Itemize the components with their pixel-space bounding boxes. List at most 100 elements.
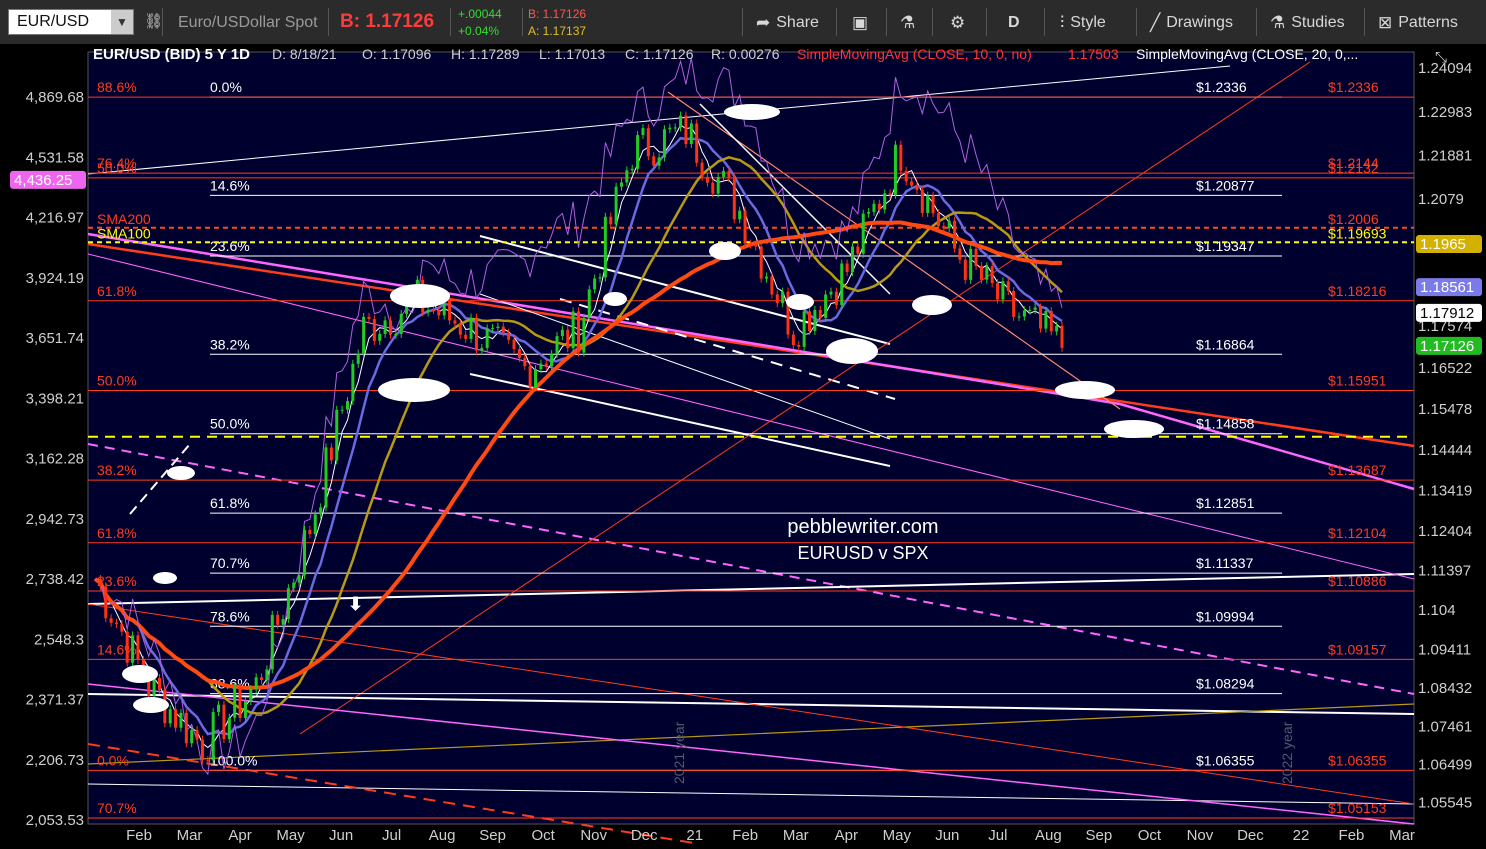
- fib-price-label: $1.15951: [1328, 372, 1387, 388]
- candle-body: [1039, 307, 1043, 329]
- drawings-label: Drawings: [1166, 14, 1233, 31]
- header-sma10: SimpleMovingAvg (CLOSE, 10, 0, no): [797, 46, 1032, 62]
- candle-body: [474, 317, 478, 351]
- candle-body: [673, 127, 677, 129]
- candle-body: [770, 276, 774, 295]
- candle-body: [431, 309, 435, 311]
- left-tick-label: 4,531.58: [26, 149, 84, 166]
- candle-body: [238, 687, 242, 719]
- candle-body: [270, 614, 274, 670]
- candle-body: [684, 115, 688, 145]
- candle-body: [222, 704, 226, 740]
- x-tick-label: Aug: [1035, 827, 1062, 844]
- x-tick-label: Jun: [329, 827, 353, 844]
- candle-body: [915, 185, 919, 190]
- studies-button[interactable]: ⚗ Studies: [1270, 9, 1345, 37]
- candle-body: [281, 618, 285, 625]
- fib-price-label: $1.2132: [1328, 160, 1379, 176]
- fib-pct-label: 14.6%: [210, 177, 250, 193]
- candle-body: [996, 283, 1000, 300]
- fib-price-label: $1.12851: [1196, 495, 1255, 511]
- style-button[interactable]: ⫶ Style: [1060, 9, 1106, 37]
- target-oval: [378, 378, 450, 402]
- right-tick-label: 1.07461: [1418, 719, 1472, 736]
- candle-body: [893, 144, 897, 195]
- x-tick-label: Jun: [935, 827, 959, 844]
- bid-small: B: 1.17126: [528, 7, 587, 21]
- x-tick-label: May: [883, 827, 912, 844]
- candle-body: [329, 447, 333, 461]
- candle-body: [190, 730, 194, 744]
- target-oval: [786, 294, 814, 310]
- settings-button[interactable]: ⚙: [950, 9, 965, 37]
- candle-body: [388, 320, 392, 335]
- candle-body: [485, 328, 489, 348]
- header-sma20: SimpleMovingAvg (CLOSE, 20, 0,...: [1136, 46, 1358, 62]
- link-icon[interactable]: ⛓: [144, 12, 163, 30]
- candle-body: [829, 291, 833, 295]
- divider: [450, 8, 451, 36]
- fib-pct-label: 100.0%: [210, 752, 257, 768]
- x-tick-label: Feb: [126, 827, 152, 844]
- candle-body: [335, 409, 339, 461]
- candle-body: [861, 213, 865, 254]
- fib-pct-label: 78.6%: [210, 608, 250, 624]
- gallery-button[interactable]: ▣: [852, 9, 868, 37]
- fib-price-label: $1.06355: [1328, 752, 1387, 768]
- candle-body: [566, 329, 570, 349]
- patterns-button[interactable]: ⊠ Patterns: [1378, 9, 1458, 37]
- aggregation-button[interactable]: D: [1008, 9, 1020, 37]
- x-tick-label: 21: [686, 827, 703, 844]
- symbol-selector[interactable]: EUR/USD ▼: [8, 9, 134, 35]
- share-button[interactable]: ➦ Share: [756, 9, 819, 37]
- chart-area[interactable]: 0.0% $1.2336 14.6% $1.20877 23.6% $1.19347 38.…: [0, 44, 1486, 845]
- x-tick-label: Nov: [1187, 827, 1214, 844]
- right-tick-label: 1.14444: [1418, 442, 1472, 459]
- x-tick-label: May: [276, 827, 305, 844]
- candle-body: [174, 709, 178, 728]
- fib-pct-label: 50.0%: [97, 372, 137, 388]
- chevron-down-icon[interactable]: ▼: [111, 10, 133, 34]
- candle-body: [646, 128, 650, 157]
- candle-body: [808, 311, 812, 331]
- drawings-button[interactable]: ╱ Drawings: [1150, 9, 1233, 37]
- fib-price-label: $1.09994: [1196, 608, 1255, 624]
- fib-pct-label: 70.7%: [210, 555, 250, 571]
- candle-body: [689, 123, 693, 145]
- candle-body: [985, 266, 989, 280]
- candle-body: [491, 327, 495, 329]
- candle-body: [464, 334, 468, 339]
- fib-pct-label: 70.7%: [97, 800, 137, 816]
- candle-body: [136, 635, 140, 660]
- candle-body: [910, 181, 914, 186]
- flask-button[interactable]: ⚗: [900, 9, 915, 37]
- candle-body: [496, 326, 500, 328]
- price-chart[interactable]: 0.0% $1.2336 14.6% $1.20877 23.6% $1.19347 38.…: [0, 44, 1486, 845]
- candle-body: [587, 289, 591, 318]
- fib-pct-label: 14.6%: [97, 641, 137, 657]
- collapse-icon[interactable]: ⤡: [1435, 49, 1447, 66]
- change-pct: +0.04%: [458, 24, 500, 38]
- candle-body: [324, 447, 328, 508]
- divider: [522, 8, 523, 36]
- divider: [886, 8, 887, 36]
- candle-body: [206, 760, 210, 762]
- candle-body: [619, 182, 623, 187]
- candle-body: [292, 582, 296, 589]
- candle-body: [1001, 281, 1005, 300]
- x-tick-label: Oct: [531, 827, 555, 844]
- candle-body: [512, 339, 516, 350]
- target-oval: [1055, 381, 1115, 399]
- candle-body: [1028, 309, 1032, 311]
- target-oval: [390, 284, 450, 308]
- x-tick-label: Mar: [783, 827, 809, 844]
- candle-body: [657, 157, 661, 166]
- symbol-value: EUR/USD: [17, 13, 90, 30]
- candle-body: [319, 507, 323, 515]
- candle-body: [824, 294, 828, 319]
- candle-body: [953, 220, 957, 249]
- fib-price-label: $1.14858: [1196, 416, 1255, 432]
- candle-body: [759, 246, 763, 279]
- header-date: D: 8/18/21: [272, 46, 337, 62]
- header-low: L: 1.17013: [539, 46, 605, 62]
